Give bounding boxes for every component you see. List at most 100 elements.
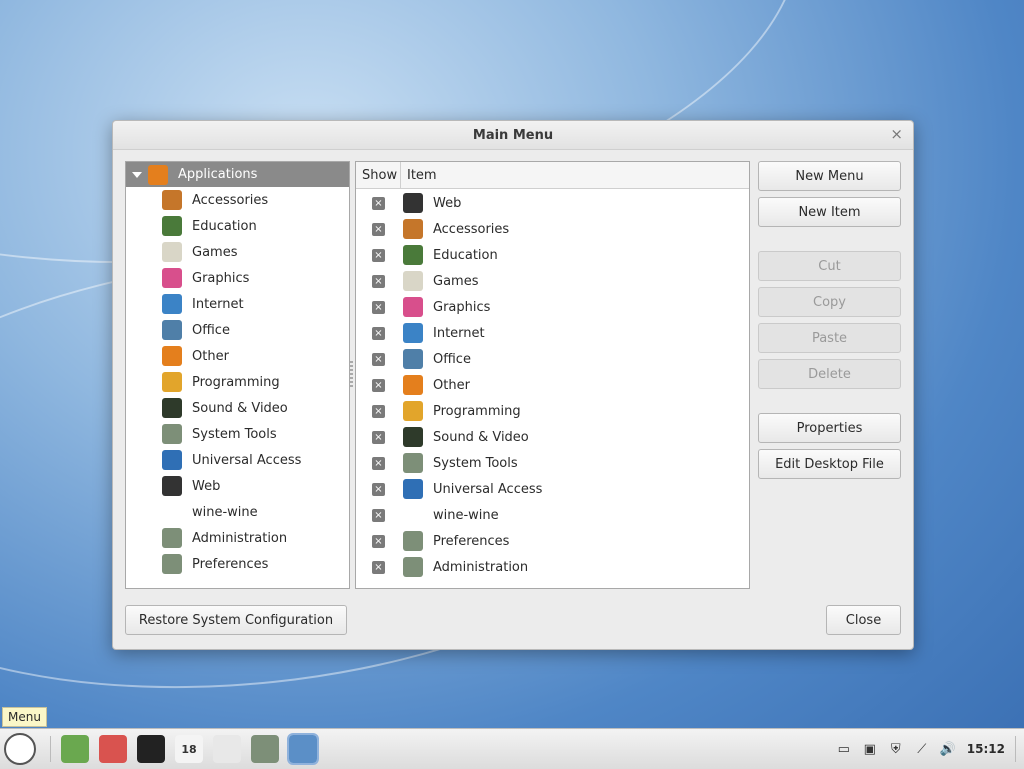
- programming-icon: [403, 401, 423, 421]
- show-checkbox[interactable]: ×: [372, 456, 385, 470]
- blank-icon: [403, 505, 423, 525]
- system-tools-icon[interactable]: [251, 735, 279, 763]
- internet-icon: [162, 294, 182, 314]
- restore-system-configuration-button[interactable]: Restore System Configuration: [125, 605, 347, 635]
- show-checkbox[interactable]: ×: [372, 404, 385, 418]
- file-manager-icon[interactable]: [61, 735, 89, 763]
- list-item[interactable]: × Sound & Video: [356, 424, 749, 450]
- main-menu-dialog: Main Menu × Applications Accessories Educ…: [112, 120, 914, 650]
- show-checkbox[interactable]: ×: [372, 482, 385, 496]
- browser-icon[interactable]: [99, 735, 127, 763]
- volume-icon[interactable]: 🔊: [940, 741, 956, 757]
- show-checkbox[interactable]: ×: [372, 378, 385, 392]
- other-icon: [162, 346, 182, 366]
- universal-access-icon: [162, 450, 182, 470]
- tree-item[interactable]: Preferences: [126, 551, 349, 577]
- copy-button[interactable]: Copy: [758, 287, 901, 317]
- tree-item[interactable]: Programming: [126, 369, 349, 395]
- calendar-icon[interactable]: 18: [175, 735, 203, 763]
- tree-item[interactable]: Accessories: [126, 187, 349, 213]
- edit-desktop-file-button[interactable]: Edit Desktop File: [758, 449, 901, 479]
- clock[interactable]: 15:12: [967, 742, 1005, 756]
- expander-down-icon[interactable]: [132, 171, 142, 178]
- pane-splitter[interactable]: [350, 361, 353, 387]
- office-icon: [162, 320, 182, 340]
- clipboard-icon[interactable]: ▣: [862, 741, 878, 757]
- show-desktop-divider[interactable]: [1015, 736, 1024, 762]
- show-checkbox[interactable]: ×: [372, 326, 385, 340]
- programming-icon: [162, 372, 182, 392]
- show-checkbox[interactable]: ×: [372, 222, 385, 236]
- shield-icon[interactable]: ⛨: [888, 741, 904, 757]
- education-icon: [162, 216, 182, 236]
- tree-item[interactable]: Graphics: [126, 265, 349, 291]
- list-item[interactable]: × Other: [356, 372, 749, 398]
- list-item[interactable]: × Universal Access: [356, 476, 749, 502]
- text-editor-icon[interactable]: [287, 733, 319, 765]
- list-item[interactable]: × Preferences: [356, 528, 749, 554]
- other-icon: [403, 375, 423, 395]
- show-checkbox[interactable]: ×: [372, 196, 385, 210]
- list-item[interactable]: × Web: [356, 190, 749, 216]
- tree-item[interactable]: Administration: [126, 525, 349, 551]
- tree-root-label: Applications: [178, 167, 258, 182]
- close-icon[interactable]: ×: [890, 125, 903, 143]
- list-item-label: Education: [433, 247, 498, 263]
- blank-icon: [162, 502, 182, 522]
- list-item[interactable]: × Graphics: [356, 294, 749, 320]
- tree-item[interactable]: Web: [126, 473, 349, 499]
- column-header-item[interactable]: Item: [401, 162, 749, 188]
- column-header-show[interactable]: Show: [356, 162, 401, 188]
- menu-icon[interactable]: [4, 733, 36, 765]
- system-tools-icon: [403, 453, 423, 473]
- show-checkbox[interactable]: ×: [372, 430, 385, 444]
- tree-item[interactable]: Internet: [126, 291, 349, 317]
- terminal-icon[interactable]: [137, 735, 165, 763]
- tree-item[interactable]: Sound & Video: [126, 395, 349, 421]
- show-checkbox[interactable]: ×: [372, 274, 385, 288]
- close-button[interactable]: Close: [826, 605, 901, 635]
- dialog-titlebar[interactable]: Main Menu ×: [113, 121, 913, 150]
- preferences-icon: [162, 554, 182, 574]
- list-item[interactable]: × System Tools: [356, 450, 749, 476]
- graphics-icon: [162, 268, 182, 288]
- new-item-button[interactable]: New Item: [758, 197, 901, 227]
- cut-button[interactable]: Cut: [758, 251, 901, 281]
- list-item[interactable]: × Administration: [356, 554, 749, 580]
- show-checkbox[interactable]: ×: [372, 248, 385, 262]
- tree-item-label: Graphics: [192, 270, 250, 286]
- show-checkbox[interactable]: ×: [372, 300, 385, 314]
- delete-button[interactable]: Delete: [758, 359, 901, 389]
- tree-item[interactable]: Education: [126, 213, 349, 239]
- network-icon[interactable]: ⟋: [914, 741, 930, 757]
- list-item-label: wine-wine: [433, 507, 499, 523]
- list-item[interactable]: × Programming: [356, 398, 749, 424]
- drive-icon[interactable]: ▭: [836, 741, 852, 757]
- show-checkbox[interactable]: ×: [372, 534, 385, 548]
- tree-item[interactable]: System Tools: [126, 421, 349, 447]
- show-checkbox[interactable]: ×: [372, 352, 385, 366]
- tree-item[interactable]: wine-wine: [126, 499, 349, 525]
- list-item[interactable]: × Office: [356, 346, 749, 372]
- tree-item[interactable]: Universal Access: [126, 447, 349, 473]
- universal-access-icon: [403, 479, 423, 499]
- list-item[interactable]: × Games: [356, 268, 749, 294]
- tree-item[interactable]: Office: [126, 317, 349, 343]
- tree-item[interactable]: Games: [126, 239, 349, 265]
- tree-item[interactable]: Other: [126, 343, 349, 369]
- list-item[interactable]: × wine-wine: [356, 502, 749, 528]
- tree-item-label: Sound & Video: [192, 400, 288, 416]
- show-checkbox[interactable]: ×: [372, 508, 385, 522]
- list-item[interactable]: × Accessories: [356, 216, 749, 242]
- spreadsheet-icon[interactable]: [213, 735, 241, 763]
- tree-root-row[interactable]: Applications: [126, 162, 349, 187]
- properties-button[interactable]: Properties: [758, 413, 901, 443]
- list-item[interactable]: × Education: [356, 242, 749, 268]
- show-checkbox[interactable]: ×: [372, 560, 385, 574]
- menu-tree[interactable]: Applications Accessories Education Games Gr…: [125, 161, 350, 589]
- menu-item-list[interactable]: Show Item × Web × Accessories × Education × Gam…: [355, 161, 750, 589]
- new-menu-button[interactable]: New Menu: [758, 161, 901, 191]
- list-item[interactable]: × Internet: [356, 320, 749, 346]
- list-item-label: Sound & Video: [433, 429, 529, 445]
- paste-button[interactable]: Paste: [758, 323, 901, 353]
